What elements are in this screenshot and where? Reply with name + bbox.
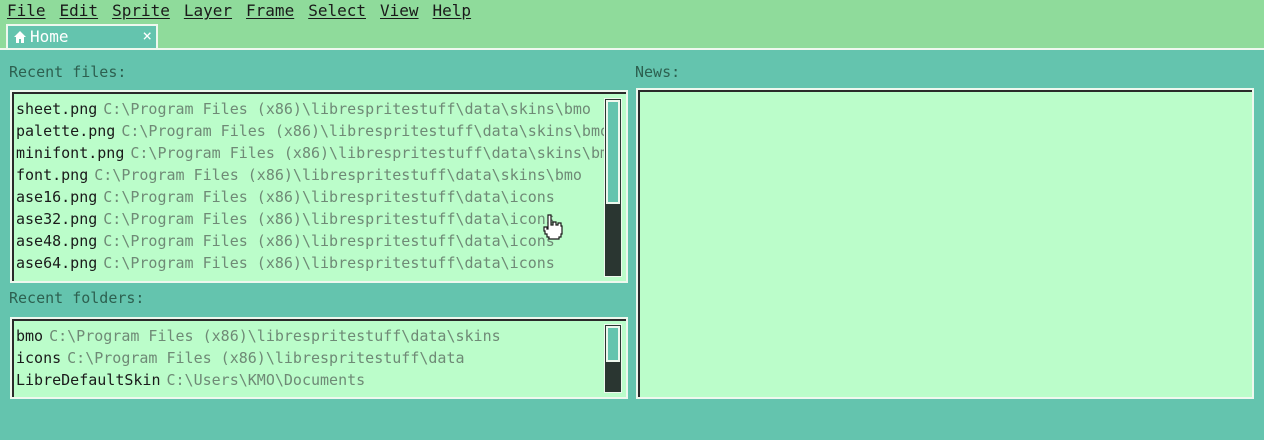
- item-path: C:\Program Files (x86)\librespritestuff\…: [103, 100, 591, 118]
- item-name: icons: [16, 349, 62, 367]
- list-item[interactable]: ase16.png C:\Program Files (x86)\librespr…: [16, 186, 618, 208]
- item-path: C:\Program Files (x86)\librespritestuff\…: [103, 210, 555, 228]
- item-path: C:\Program Files (x86)\librespritestuff\…: [121, 122, 610, 140]
- list-item[interactable]: ase48.png C:\Program Files (x86)\librespr…: [16, 230, 618, 252]
- recent-folders-scrollbar[interactable]: [604, 324, 622, 393]
- recent-folders-panel: bmo C:\Program Files (x86)\librespritestu…: [10, 317, 628, 399]
- tab-home-label: Home: [30, 27, 69, 46]
- menu-file[interactable]: File: [0, 0, 53, 22]
- recent-files-label: Recent files:: [9, 63, 127, 81]
- item-name: ase48.png: [16, 232, 98, 250]
- tab-strip: Home ×: [0, 22, 1264, 50]
- item-path: C:\Program Files (x86)\librespritestuff\…: [103, 254, 555, 272]
- home-icon: [14, 31, 26, 43]
- recent-files-panel: sheet.png C:\Program Files (x86)\librespr…: [10, 90, 628, 283]
- recent-folders-scroll-thumb[interactable]: [606, 326, 620, 362]
- item-path: C:\Program Files (x86)\librespritestuff\…: [130, 144, 619, 162]
- news-label: News:: [635, 63, 681, 81]
- hand-pointer-icon: [543, 214, 563, 240]
- item-name: font.png: [16, 166, 89, 184]
- list-item[interactable]: font.png C:\Program Files (x86)\librespri…: [16, 164, 618, 186]
- item-path: C:\Program Files (x86)\librespritestuff\…: [94, 166, 582, 184]
- item-path: C:\Program Files (x86)\librespritestuff\…: [103, 188, 555, 206]
- news-panel: [636, 88, 1254, 399]
- list-item[interactable]: sheet.png C:\Program Files (x86)\librespr…: [16, 98, 618, 120]
- item-name: LibreDefaultSkin: [16, 371, 161, 389]
- list-item[interactable]: icons C:\Program Files (x86)\libresprites…: [16, 347, 501, 369]
- tab-close-icon[interactable]: ×: [142, 26, 152, 46]
- menu-select[interactable]: Select: [301, 0, 373, 22]
- item-path: C:\Program Files (x86)\librespritestuff\…: [103, 232, 555, 250]
- item-name: ase32.png: [16, 210, 98, 228]
- menu-view[interactable]: View: [373, 0, 426, 22]
- item-path: C:\Program Files (x86)\librespritestuff\…: [67, 349, 465, 367]
- list-item[interactable]: palette.png C:\Program Files (x86)\libres…: [16, 120, 618, 142]
- menu-help[interactable]: Help: [426, 0, 479, 22]
- item-name: minifont.png: [16, 144, 125, 162]
- list-item[interactable]: ase32.png C:\Program Files (x86)\librespr…: [16, 208, 618, 230]
- menu-layer[interactable]: Layer: [177, 0, 239, 22]
- item-name: ase64.png: [16, 254, 98, 272]
- item-name: palette.png: [16, 122, 116, 140]
- recent-files-list: sheet.png C:\Program Files (x86)\librespr…: [16, 98, 618, 274]
- recent-folders-label: Recent folders:: [9, 289, 145, 307]
- recent-folders-list: bmo C:\Program Files (x86)\librespritestu…: [16, 325, 501, 391]
- list-item[interactable]: LibreDefaultSkin C:\Users\KMO\Documents: [16, 369, 501, 391]
- list-item[interactable]: ase64.png C:\Program Files (x86)\librespr…: [16, 252, 618, 274]
- menu-bar: File Edit Sprite Layer Frame Select View…: [0, 0, 1264, 22]
- menu-sprite[interactable]: Sprite: [105, 0, 177, 22]
- item-path: C:\Users\KMO\Documents: [166, 371, 366, 389]
- menu-edit[interactable]: Edit: [53, 0, 106, 22]
- item-name: bmo: [16, 327, 44, 345]
- item-name: ase16.png: [16, 188, 98, 206]
- list-item[interactable]: minifont.png C:\Program Files (x86)\libre…: [16, 142, 618, 164]
- tab-home[interactable]: Home ×: [6, 24, 158, 48]
- item-path: C:\Program Files (x86)\librespritestuff\…: [49, 327, 501, 345]
- list-item[interactable]: bmo C:\Program Files (x86)\librespritestu…: [16, 325, 501, 347]
- item-name: sheet.png: [16, 100, 98, 118]
- menu-frame[interactable]: Frame: [239, 0, 301, 22]
- recent-files-scrollbar[interactable]: [604, 98, 622, 277]
- recent-files-scroll-thumb[interactable]: [606, 100, 620, 204]
